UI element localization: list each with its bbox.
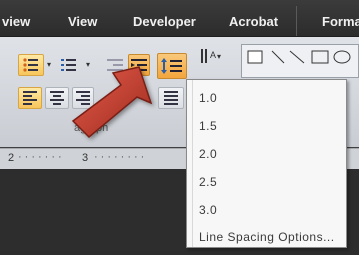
bullets-icon xyxy=(23,58,38,72)
ruler-dots-right: ········ xyxy=(94,151,148,163)
svg-text:A: A xyxy=(210,50,216,60)
tab-separator xyxy=(296,6,297,36)
tab-review[interactable]: view xyxy=(2,14,30,29)
menu-item-1-5[interactable]: 1.5 xyxy=(199,119,217,133)
line-spacing-icon xyxy=(161,58,182,74)
svg-text:▾: ▾ xyxy=(217,52,221,61)
menu-gutter xyxy=(187,80,193,247)
red-arrow-annotation xyxy=(71,66,153,139)
align-left-icon xyxy=(23,91,37,105)
bullets-dropdown-arrow[interactable]: ▾ xyxy=(47,60,51,69)
line-spacing-menu: 1.0 1.5 2.0 2.5 3.0 Line Spacing Options… xyxy=(186,79,347,248)
shapes-gallery[interactable] xyxy=(241,44,359,78)
menu-item-2-0[interactable]: 2.0 xyxy=(199,147,217,161)
shapes-icon xyxy=(247,50,351,64)
ribbon-tab-bar: view View Developer Acrobat Forma xyxy=(0,0,359,37)
sort-icon: A ▾ xyxy=(201,49,221,63)
align-left-button[interactable] xyxy=(18,87,42,109)
line-spacing-options-item[interactable]: Line Spacing Options... xyxy=(199,230,335,244)
bullets-button[interactable] xyxy=(18,54,44,76)
tab-developer[interactable]: Developer xyxy=(133,14,196,29)
menu-item-3-0[interactable]: 3.0 xyxy=(199,203,217,217)
tab-acrobat[interactable]: Acrobat xyxy=(229,14,278,29)
tab-view[interactable]: View xyxy=(68,14,97,29)
justify-icon xyxy=(164,91,178,105)
ruler-dots-left: ······· xyxy=(18,151,65,163)
tab-format[interactable]: Forma xyxy=(322,14,359,29)
sort-button[interactable]: A ▾ xyxy=(197,44,227,68)
ruler-number-2: 2 xyxy=(8,152,15,164)
menu-item-1-0[interactable]: 1.0 xyxy=(199,91,217,105)
menu-item-2-5[interactable]: 2.5 xyxy=(199,175,217,189)
ruler-number-3: 3 xyxy=(82,152,89,164)
